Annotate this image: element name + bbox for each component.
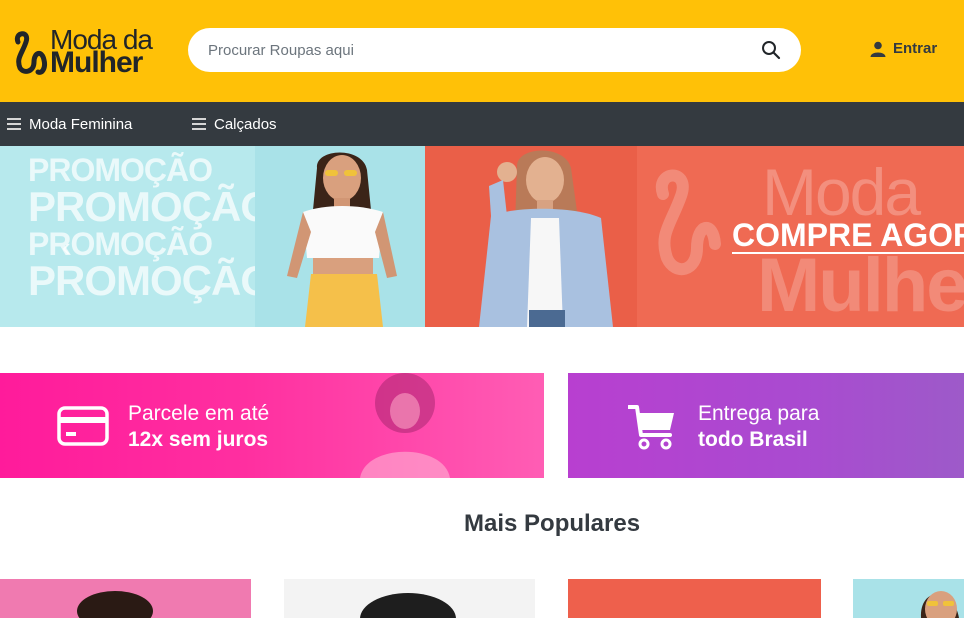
feature-line2: todo Brasil: [698, 428, 808, 451]
search-bar: [188, 28, 801, 72]
login-label: Entrar: [893, 40, 938, 57]
feature-text: Parcele em até 12x sem juros: [128, 401, 269, 453]
logo-text-bottom: Mulher: [50, 46, 143, 79]
buy-now-link[interactable]: COMPRE AGORA: [732, 218, 964, 254]
shopping-cart-icon: [628, 405, 674, 450]
carousel-prev-icon[interactable]: ‹: [62, 232, 71, 263]
user-icon: [870, 41, 886, 57]
banner-cta-panel: Moda Mulher COMPRE AGORA: [425, 146, 964, 327]
banner-promo-panel: PROMOÇÃO PROMOÇÃO PROMOÇÃO PROMOÇÃO ‹: [0, 146, 425, 327]
search-icon[interactable]: [761, 40, 781, 60]
category-nav: Moda Feminina Calçados: [0, 102, 964, 146]
credit-card-icon: [57, 406, 109, 446]
feature-card-installments[interactable]: Parcele em até 12x sem juros: [0, 373, 544, 478]
model-photo: [360, 373, 450, 478]
feature-line1: Parcele em até: [128, 402, 270, 425]
product-image: [568, 579, 821, 618]
menu-icon: [7, 118, 21, 130]
hero-banner[interactable]: PROMOÇÃO PROMOÇÃO PROMOÇÃO PROMOÇÃO ‹ Mo: [0, 146, 964, 327]
promo-word-wall: PROMOÇÃO PROMOÇÃO PROMOÇÃO PROMOÇÃO: [28, 152, 273, 304]
feature-line2: 12x sem juros: [128, 428, 269, 451]
model-photo: [479, 150, 613, 327]
nav-item-label: Calçados: [214, 115, 277, 133]
feature-card-shipping[interactable]: Entrega para todo Brasil: [568, 373, 964, 478]
nav-item-moda-feminina[interactable]: Moda Feminina: [7, 102, 132, 146]
model-photo: [255, 146, 425, 327]
logo-swirl-icon: [14, 31, 47, 75]
product-card[interactable]: [0, 579, 251, 618]
product-image: [360, 593, 456, 618]
section-title: Mais Populares: [464, 510, 641, 537]
product-card[interactable]: [568, 579, 821, 618]
login-button[interactable]: Entrar: [870, 40, 937, 57]
site-header: Moda da Mulher Entrar: [0, 0, 964, 102]
nav-item-calcados[interactable]: Calçados: [192, 102, 277, 146]
menu-icon: [192, 118, 206, 130]
nav-item-label: Moda Feminina: [29, 115, 133, 133]
feature-text: Entrega para todo Brasil: [698, 401, 819, 453]
brand-logo[interactable]: Moda da Mulher: [12, 24, 162, 80]
promo-word: PROMOÇÃO: [28, 152, 213, 188]
product-image: [920, 591, 959, 618]
search-input[interactable]: [208, 41, 761, 59]
product-card[interactable]: [853, 579, 964, 618]
feature-line1: Entrega para: [698, 402, 820, 425]
product-card[interactable]: [284, 579, 535, 618]
promo-word: PROMOÇÃO: [28, 183, 273, 230]
product-image: [77, 591, 153, 618]
promo-word: PROMOÇÃO: [28, 257, 273, 304]
watermark-text-bottom: Mulher: [757, 243, 964, 327]
watermark-swirl-icon: [655, 169, 721, 276]
section-heading: Mais Populares: [74, 510, 964, 538]
